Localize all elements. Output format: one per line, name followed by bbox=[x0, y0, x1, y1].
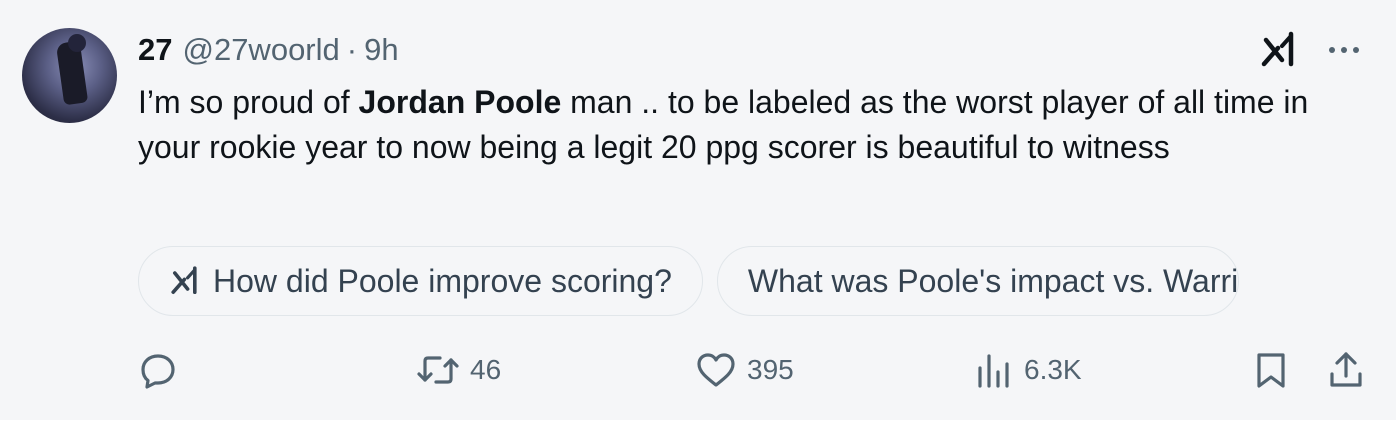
bookmark-button[interactable] bbox=[1251, 348, 1291, 392]
grok-suggestions: How did Poole improve scoring? What was … bbox=[138, 246, 1368, 318]
retweet-count: 46 bbox=[470, 354, 502, 385]
separator-dot: · bbox=[346, 32, 358, 67]
grok-suggestion-chip[interactable]: How did Poole improve scoring? bbox=[138, 246, 703, 316]
tweet-header: 27 @27woorld · 9h bbox=[138, 30, 399, 70]
share-button[interactable] bbox=[1326, 348, 1366, 392]
reply-button[interactable] bbox=[138, 348, 188, 392]
reply-icon bbox=[141, 354, 175, 389]
avatar-head bbox=[68, 34, 86, 52]
grok-suggestion-label: How did Poole improve scoring? bbox=[213, 262, 672, 299]
retweet-button[interactable]: 46 bbox=[416, 348, 501, 392]
bookmark-icon bbox=[1257, 353, 1285, 388]
tweet-card[interactable]: 27 @27woorld · 9h I’m so proud of Jordan… bbox=[0, 0, 1396, 420]
grok-suggestion-label: What was Poole's impact vs. Warri bbox=[747, 262, 1239, 299]
bottom-divider bbox=[0, 420, 1396, 430]
views-button[interactable]: 6.3K bbox=[974, 348, 1082, 392]
grok-suggestion-chip[interactable]: What was Poole's impact vs. Warri bbox=[716, 246, 1240, 316]
heart-icon bbox=[697, 353, 735, 387]
share-icon bbox=[1330, 352, 1362, 387]
more-icon[interactable] bbox=[1324, 30, 1364, 70]
avatar[interactable] bbox=[22, 28, 117, 123]
display-name[interactable]: 27 bbox=[138, 30, 172, 70]
tweet-text: I’m so proud of Jordan Poole man .. to b… bbox=[138, 80, 1368, 170]
tweet-time[interactable]: 9h bbox=[364, 30, 398, 70]
views-icon bbox=[978, 354, 1009, 388]
tweet-actions: 46 395 6.3K bbox=[138, 348, 1368, 392]
retweet-icon bbox=[417, 356, 459, 384]
grok-icon bbox=[171, 266, 197, 294]
chips-fade bbox=[1348, 246, 1368, 318]
grok-icon[interactable] bbox=[1260, 30, 1300, 70]
like-count: 395 bbox=[747, 354, 794, 385]
user-handle[interactable]: @27woorld bbox=[182, 30, 339, 70]
tweet-text-bold[interactable]: Jordan Poole bbox=[359, 84, 562, 120]
like-button[interactable]: 395 bbox=[695, 348, 794, 392]
tweet-text-before: I’m so proud of bbox=[138, 84, 359, 120]
views-count: 6.3K bbox=[1024, 354, 1082, 385]
